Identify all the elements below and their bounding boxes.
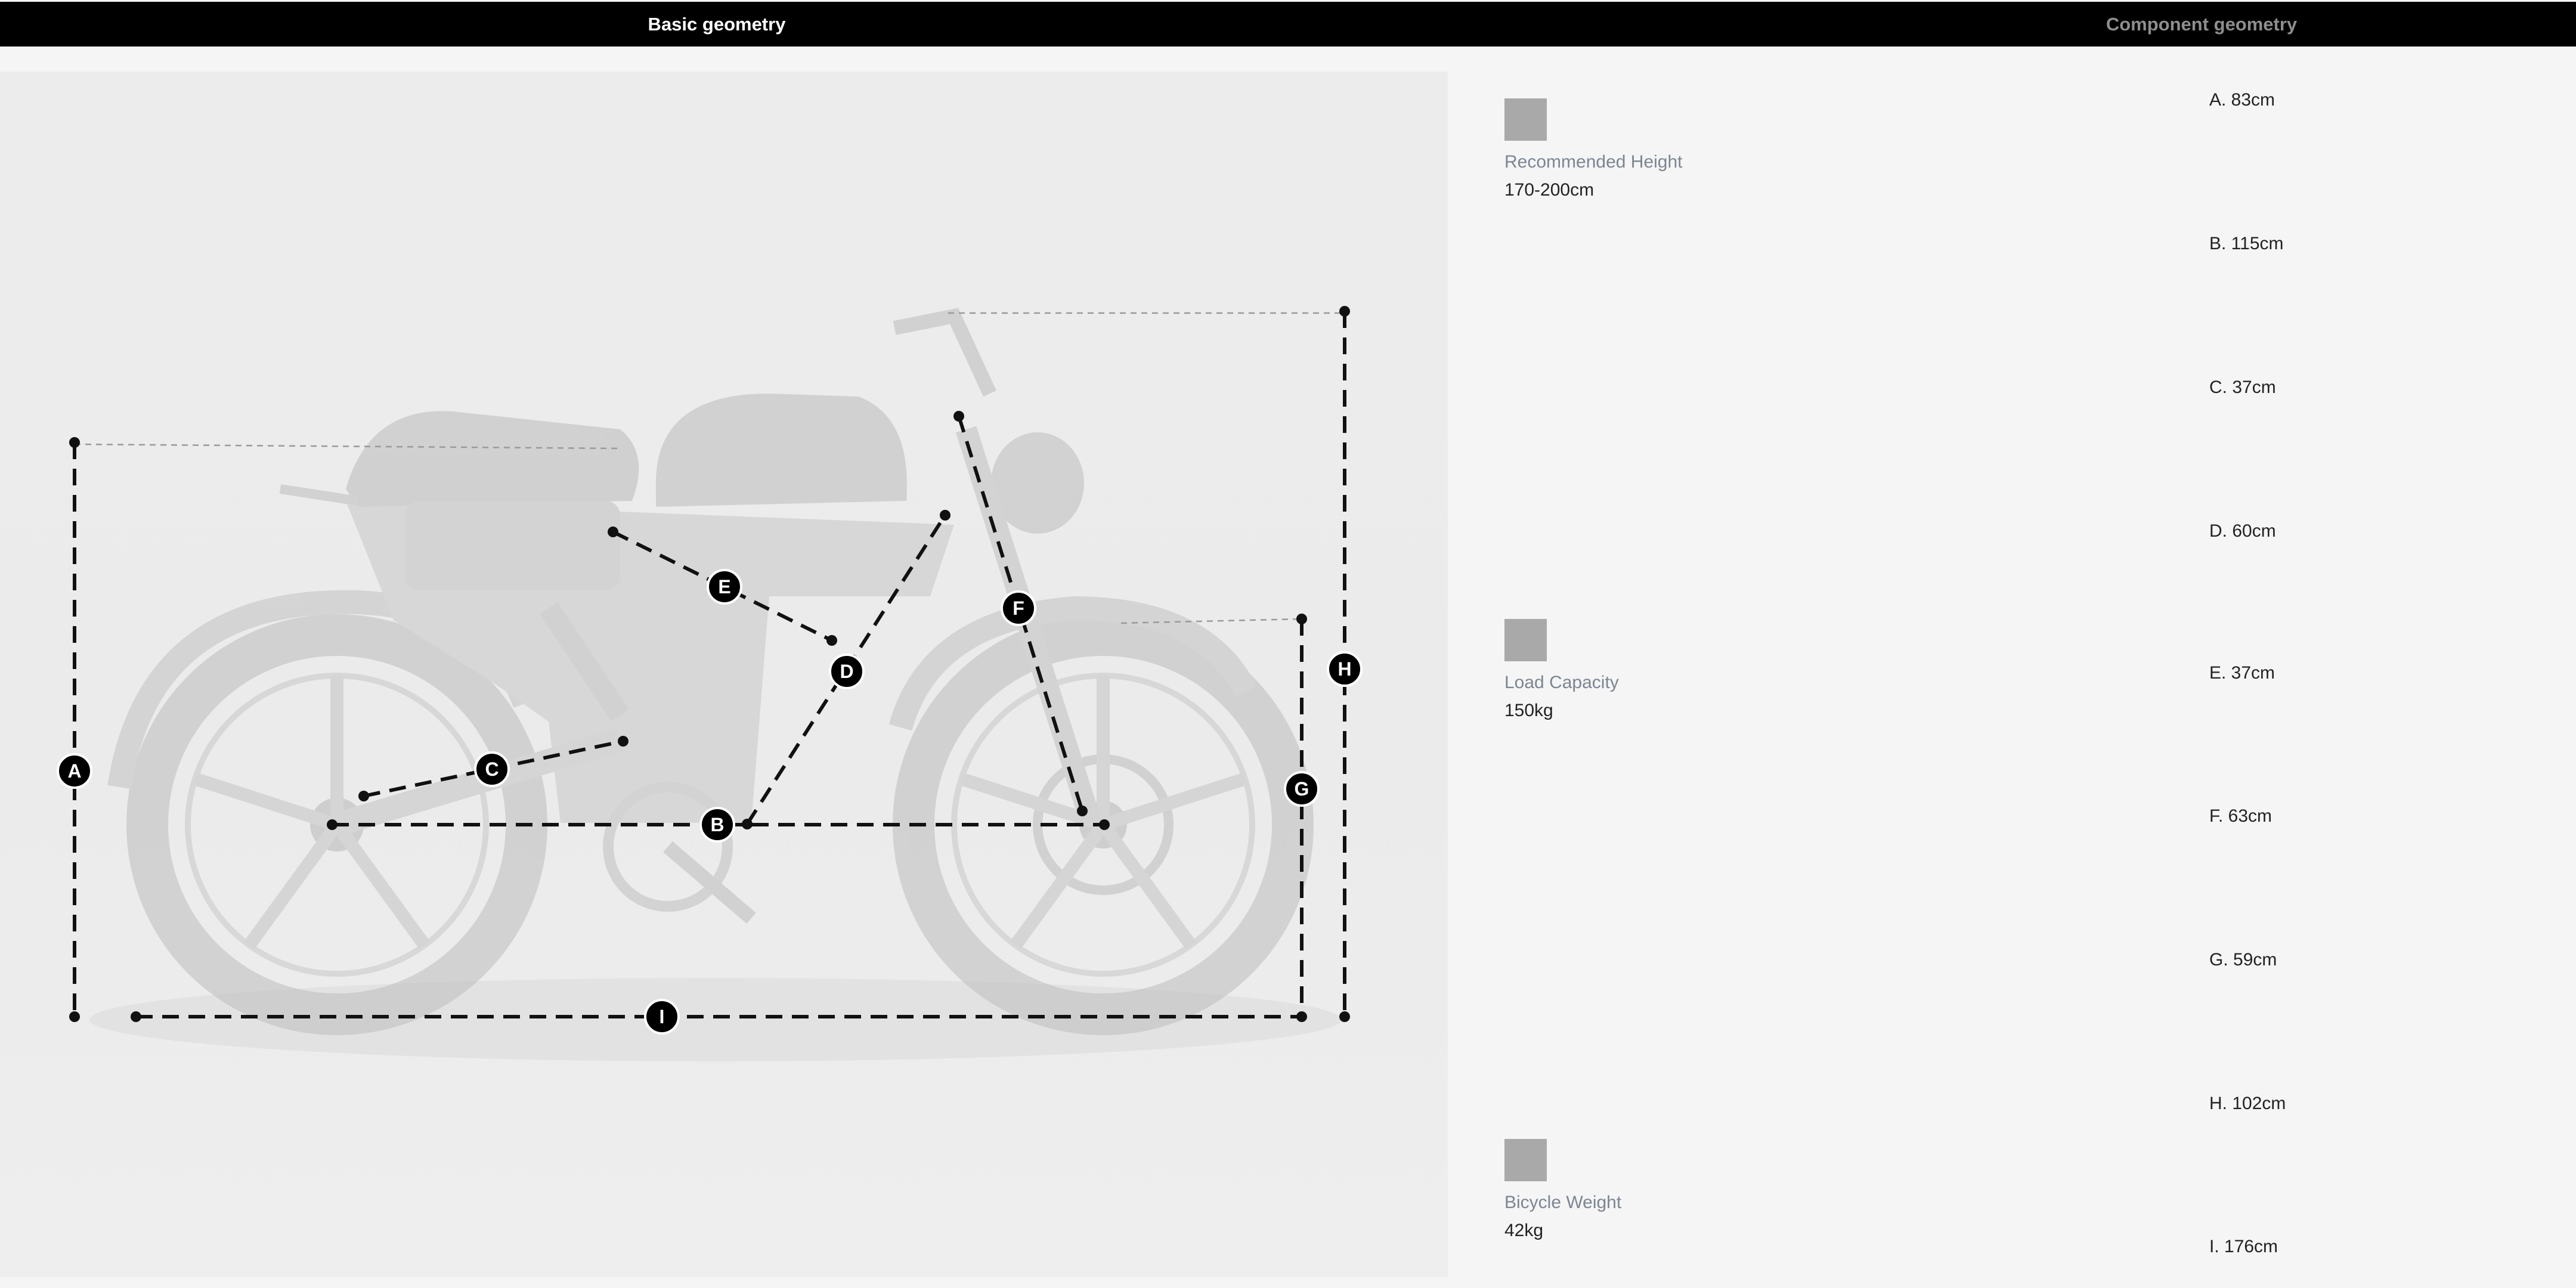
svg-text:I: I [660,1006,665,1027]
geometry-item-f: F. 63cm [2209,806,2272,826]
marker-d: D [829,654,865,689]
geometry-item-b: B. 115cm [2209,234,2284,253]
bike-illustration [107,308,1314,1035]
spec-value-height: 170-200cm [1504,180,1594,200]
tab-component-geometry[interactable]: Component geometry [2106,2,2297,47]
height-icon [1504,98,1547,141]
spec-value-load: 150kg [1504,701,1553,720]
tank [656,394,907,507]
spec-recommended-height: Recommended Height 170-200cm [1504,98,1683,200]
geometry-item-c: C. 37cm [2209,377,2276,397]
marker-a: A [57,753,92,789]
svg-text:E: E [718,576,730,597]
spec-label-load: Load Capacity [1504,673,1619,692]
marker-c: C [474,751,510,787]
svg-text:A: A [67,760,81,782]
marker-f: F [1001,590,1036,626]
handlebar [893,308,996,397]
geometry-item-g: G. 59cm [2209,950,2277,970]
marker-b: B [699,807,735,843]
spec-bicycle-weight: Bicycle Weight 42kg [1504,1139,1621,1241]
geometry-item-h: H. 102cm [2209,1094,2286,1113]
svg-text:G: G [1295,778,1309,800]
geometry-item-d: D. 60cm [2209,521,2276,541]
geometry-tab-bar: Basic geometry Component geometry [0,0,2576,47]
marker-g: G [1284,771,1320,807]
spec-load-capacity: Load Capacity 150kg [1504,619,1619,721]
weight-icon [1504,1139,1547,1181]
spec-label-height: Recommended Height [1504,152,1683,172]
svg-text:H: H [1337,658,1351,680]
svg-text:B: B [710,814,724,835]
svg-text:C: C [485,758,499,780]
marker-i: I [644,999,680,1035]
geometry-item-e: E. 37cm [2209,663,2275,683]
battery-pack [405,501,620,590]
tab-basic-geometry[interactable]: Basic geometry [648,2,786,47]
svg-text:F: F [1013,597,1024,619]
marker-e: E [707,569,742,605]
spec-label-weight: Bicycle Weight [1504,1193,1622,1212]
spec-value-weight: 42kg [1504,1221,1544,1240]
bike-geometry-figure: A B C D E F G H I [0,72,1448,1277]
seat [346,411,639,507]
marker-h: H [1327,651,1363,687]
svg-text:D: D [840,661,853,682]
load-icon [1504,619,1547,661]
bike-geometry-diagram: A B C D E F G H I [57,306,1363,1061]
tail-rack [279,484,359,506]
geometry-item-i: I. 176cm [2209,1237,2278,1256]
geometry-item-a: A. 83cm [2209,90,2275,110]
